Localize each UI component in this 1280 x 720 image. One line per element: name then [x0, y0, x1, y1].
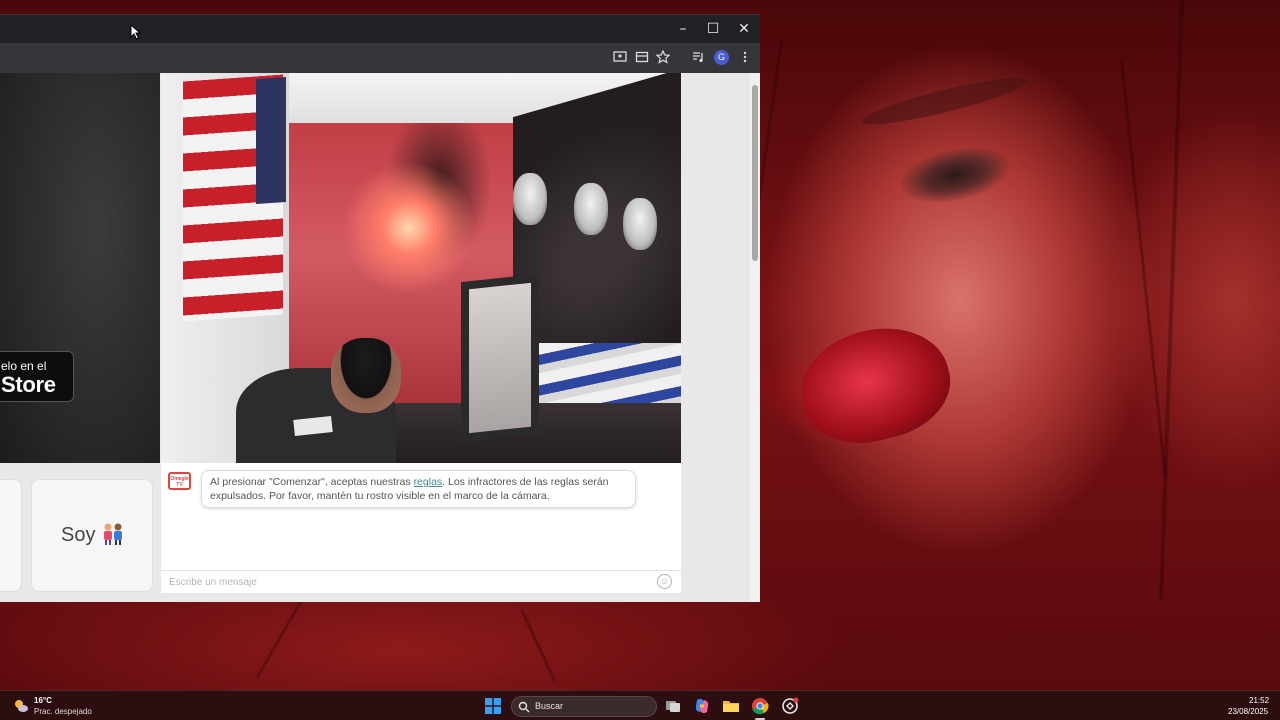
- taskbar-search[interactable]: Buscar: [511, 696, 657, 717]
- person-head: [331, 338, 401, 413]
- start-button-card[interactable]: [0, 479, 22, 592]
- maximize-button[interactable]: ☐: [698, 18, 728, 40]
- wallpaper-eye: [896, 139, 1014, 211]
- couple-icon: [102, 522, 124, 546]
- page-viewport: elo en el Store Soy Omegle TV Al presion…: [0, 73, 760, 602]
- rules-notice-text: Al presionar "Comenzar", aceptas nuestra…: [210, 476, 414, 488]
- us-flag-canton: [256, 76, 286, 205]
- clock-date[interactable]: 23/08/2025: [1228, 707, 1268, 716]
- file-explorer-icon[interactable]: [722, 697, 740, 715]
- start-button[interactable]: [485, 698, 501, 714]
- rules-link[interactable]: reglas: [414, 476, 443, 488]
- weather-temperature[interactable]: 16°C: [34, 696, 52, 705]
- taskbar: 16°C Prac. despejado Buscar 21:52 23/08/…: [0, 690, 1280, 720]
- rules-notice: Al presionar "Comenzar", aceptas nuestra…: [201, 470, 636, 508]
- weather-icon[interactable]: [13, 698, 29, 714]
- wallpaper-hair-strand: [520, 608, 557, 683]
- page-margin: [682, 73, 750, 602]
- browser-window: – ☐ ✕ G elo en el Store Soy Omegle TV Al…: [0, 14, 760, 602]
- message-input[interactable]: [161, 570, 681, 593]
- mask-poster: [623, 198, 657, 250]
- browser-toolbar: G: [0, 43, 760, 73]
- wallpaper-hair-strand: [1159, 0, 1184, 600]
- browser-titlebar[interactable]: – ☐ ✕: [0, 15, 760, 43]
- cast-icon[interactable]: [612, 50, 628, 66]
- bookmark-star-icon[interactable]: [655, 49, 671, 66]
- gender-choice-card[interactable]: Soy: [31, 479, 153, 592]
- scrollbar[interactable]: [750, 73, 760, 602]
- profile-avatar[interactable]: G: [714, 50, 729, 65]
- scrollbar-thumb[interactable]: [752, 85, 758, 261]
- wallpaper-lips: [788, 313, 962, 457]
- joker-poster: [513, 173, 547, 225]
- clock-time[interactable]: 21:52: [1249, 696, 1269, 705]
- copilot-icon[interactable]: [693, 697, 711, 715]
- search-placeholder: Buscar: [535, 701, 564, 711]
- chat-panel: Omegle TV Al presionar "Comenzar", acept…: [161, 463, 681, 593]
- wallpaper-hair-strand: [1120, 59, 1167, 478]
- store-badge-big-text: Store: [1, 372, 56, 397]
- vanity-mirror: [461, 273, 539, 443]
- minimize-button[interactable]: –: [668, 18, 698, 40]
- mask-poster: [574, 183, 608, 235]
- controls-panel: Soy: [0, 463, 160, 602]
- chrome-icon[interactable]: [751, 697, 769, 715]
- stranger-video: elo en el Store: [0, 73, 160, 463]
- reading-mode-icon[interactable]: [634, 50, 650, 66]
- task-view-icon[interactable]: [664, 697, 682, 715]
- mouse-cursor-icon: [130, 23, 142, 40]
- close-button[interactable]: ✕: [729, 18, 759, 40]
- store-badge-small-text: elo en el: [1, 359, 47, 373]
- app-store-badge[interactable]: elo en el Store: [0, 351, 74, 402]
- chatgpt-icon[interactable]: [781, 697, 799, 715]
- weather-condition[interactable]: Prac. despejado: [34, 707, 92, 716]
- wallpaper-hair-strand: [255, 600, 303, 680]
- webcam-video: [161, 73, 681, 463]
- menu-kebab-icon[interactable]: [737, 50, 753, 66]
- gender-choice-label: Soy: [61, 524, 96, 546]
- omegle-tv-logo: Omegle TV: [168, 472, 191, 490]
- search-icon: [518, 700, 530, 713]
- emoji-icon[interactable]: ☺: [657, 574, 672, 589]
- media-controls-icon[interactable]: [690, 50, 706, 66]
- wallpaper-brow: [859, 69, 1031, 133]
